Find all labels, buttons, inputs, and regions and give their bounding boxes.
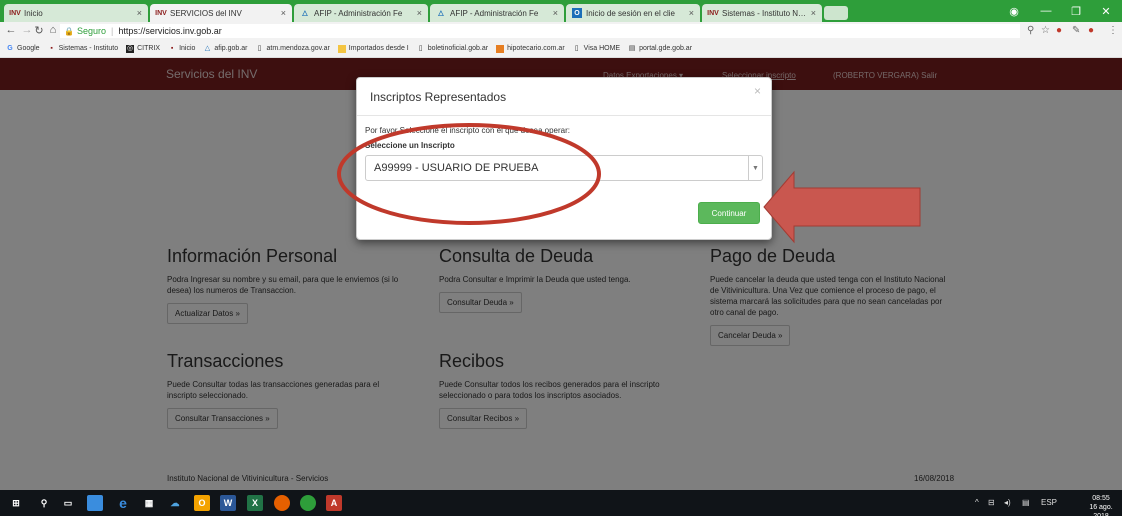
close-tab-icon[interactable]: × [417, 8, 422, 18]
modal-header: Inscriptos Representados × [357, 78, 771, 116]
bookmark-gde[interactable]: ▤ portal.gde.gob.ar [628, 45, 692, 53]
inv-icon: ▪ [50, 44, 53, 52]
inv-icon: INV [9, 9, 21, 17]
weather-icon[interactable]: ☁ [167, 495, 183, 511]
outlook-icon[interactable]: O [194, 495, 210, 511]
tab-sistemas[interactable]: INV Sistemas - Instituto Naci × [702, 4, 822, 22]
close-tab-icon[interactable]: × [811, 8, 816, 18]
close-tab-icon[interactable]: × [553, 8, 558, 18]
inscripto-label: Seleccione un Inscripto [365, 141, 455, 150]
new-tab-button[interactable] [824, 6, 848, 20]
close-icon[interactable]: × [754, 84, 761, 98]
selected-value: A99999 - USUARIO DE PRUEBA [374, 162, 539, 174]
menu-icon[interactable]: ⋮ [1108, 25, 1118, 36]
inv-icon: ▪ [170, 44, 174, 52]
file-explorer-icon[interactable] [87, 495, 103, 511]
notifications-icon[interactable]: ▤ [1022, 498, 1030, 507]
word-icon[interactable]: W [220, 495, 236, 511]
acrobat-icon[interactable]: A [326, 495, 342, 511]
tray-up-icon[interactable]: ^ [975, 498, 979, 507]
continuar-button[interactable]: Continuar [698, 202, 760, 224]
modal-title: Inscriptos Representados [370, 90, 507, 104]
modal-body: Por favor Seleccione el inscripto con el… [357, 116, 771, 181]
home-icon[interactable]: ⌂ [46, 24, 60, 36]
language-indicator[interactable]: ESP [1041, 498, 1057, 507]
bookmark-importados[interactable]: Importados desde I [337, 44, 409, 53]
chevron-down-icon[interactable]: ▼ [748, 156, 762, 180]
bookmark-atm[interactable]: ▯ atm.mendoza.gov.ar [256, 45, 330, 53]
bookmark-afip[interactable]: △ afip.gob.ar [203, 44, 248, 53]
tab-servicios-inv[interactable]: INV SERVICIOS del INV × [150, 4, 292, 22]
windows-taskbar: ⊞ ⚲ ▭ e ▦ ☁ O W X A ^ ⊟ ◂) ▤ ESP 08:55 1… [0, 490, 1122, 516]
close-tab-icon[interactable]: × [137, 8, 142, 18]
extension-shield-icon[interactable]: ● [1056, 25, 1062, 36]
hipotecario-icon [496, 44, 505, 53]
windows-start-icon[interactable]: ⊞ [8, 495, 24, 511]
modal-instructions: Por favor Seleccione el inscripto con el… [365, 126, 571, 135]
citrix-icon: ◎ [126, 44, 135, 53]
lock-icon: 🔒 [64, 26, 74, 36]
reload-icon[interactable]: ↻ [32, 24, 46, 37]
clock-time: 08:55 [1092, 495, 1110, 502]
bookmark-boletin[interactable]: ▯ boletinoficial.gob.ar [417, 45, 488, 53]
search-icon[interactable]: ⚲ [36, 495, 52, 511]
zoom-icon[interactable]: ⚲ [1027, 25, 1034, 36]
extension-red-icon[interactable]: ● [1088, 25, 1094, 36]
folder-icon [337, 44, 346, 53]
chrome-icon[interactable] [300, 495, 316, 511]
close-tab-icon[interactable]: × [281, 8, 286, 18]
page-icon: ▯ [418, 44, 423, 52]
bookmark-google[interactable]: G Google [6, 44, 39, 53]
outlook-icon: O [572, 8, 582, 18]
inscriptos-modal: Inscriptos Representados × Por favor Sel… [356, 77, 772, 240]
extension-icon[interactable]: ✎ [1072, 25, 1080, 36]
bookmark-inicio[interactable]: ▪ Inicio [168, 44, 196, 53]
inv-icon: INV [155, 9, 167, 17]
tab-inicio[interactable]: INV Inicio × [4, 4, 148, 22]
clock-date: 16 ago. 2018 [1089, 504, 1113, 516]
inscripto-select[interactable]: A99999 - USUARIO DE PRUEBA ▼ [365, 155, 763, 181]
close-tab-icon[interactable]: × [689, 8, 694, 18]
address-bar[interactable]: 🔒 Seguro | https://servicios.inv.gob.ar [60, 24, 1020, 38]
page-icon: ▯ [257, 44, 262, 52]
tab-inicio-sesion[interactable]: O Inicio de sesión en el clie × [566, 4, 700, 22]
minimize-icon[interactable]: — [1032, 0, 1060, 22]
close-window-icon[interactable]: ✕ [1092, 0, 1120, 22]
divider: | [111, 26, 114, 36]
google-icon: G [7, 44, 13, 52]
afip-icon: △ [302, 10, 308, 17]
secure-label: Seguro [76, 26, 106, 36]
bookmark-citrix[interactable]: ◎ CITRIX [126, 44, 160, 53]
afip-icon: △ [438, 10, 444, 17]
taskbar-clock[interactable]: 08:55 16 ago. 2018 [1082, 494, 1120, 516]
tab-afip-2[interactable]: △ AFIP - Administración Fe × [430, 4, 564, 22]
tab-afip-1[interactable]: △ AFIP - Administración Fe × [294, 4, 428, 22]
url-text: https://servicios.inv.gob.ar [118, 26, 222, 36]
back-icon[interactable]: ← [4, 24, 18, 36]
bookmark-visa[interactable]: ▯ Visa HOME [573, 45, 620, 53]
firefox-icon[interactable] [274, 495, 290, 511]
excel-icon[interactable]: X [247, 495, 263, 511]
tab-strip: INV Inicio × INV SERVICIOS del INV × △ A… [0, 0, 1122, 22]
page-icon: ▯ [574, 44, 579, 52]
calculator-icon[interactable]: ▦ [141, 495, 157, 511]
star-icon[interactable]: ☆ [1041, 25, 1050, 36]
task-view-icon[interactable]: ▭ [60, 495, 76, 511]
volume-icon[interactable]: ◂) [1004, 498, 1011, 507]
network-icon[interactable]: ⊟ [988, 498, 995, 507]
internet-explorer-icon[interactable]: e [115, 495, 131, 511]
bookmark-sistemas[interactable]: ▪ Sistemas - Instituto [48, 44, 118, 53]
inv-icon: INV [707, 9, 719, 17]
page-icon: ▤ [628, 44, 636, 52]
bookmarks-bar: G Google ▪ Sistemas - Instituto ◎ CITRIX… [0, 40, 1122, 58]
restore-icon[interactable]: ❐ [1062, 0, 1090, 22]
profile-icon[interactable]: ◉ [1000, 0, 1028, 22]
afip-icon: △ [204, 44, 211, 52]
bookmark-hipotecario[interactable]: hipotecario.com.ar [496, 44, 565, 53]
browser-toolbar: ← → ↻ ⌂ 🔒 Seguro | https://servicios.inv… [0, 22, 1122, 40]
